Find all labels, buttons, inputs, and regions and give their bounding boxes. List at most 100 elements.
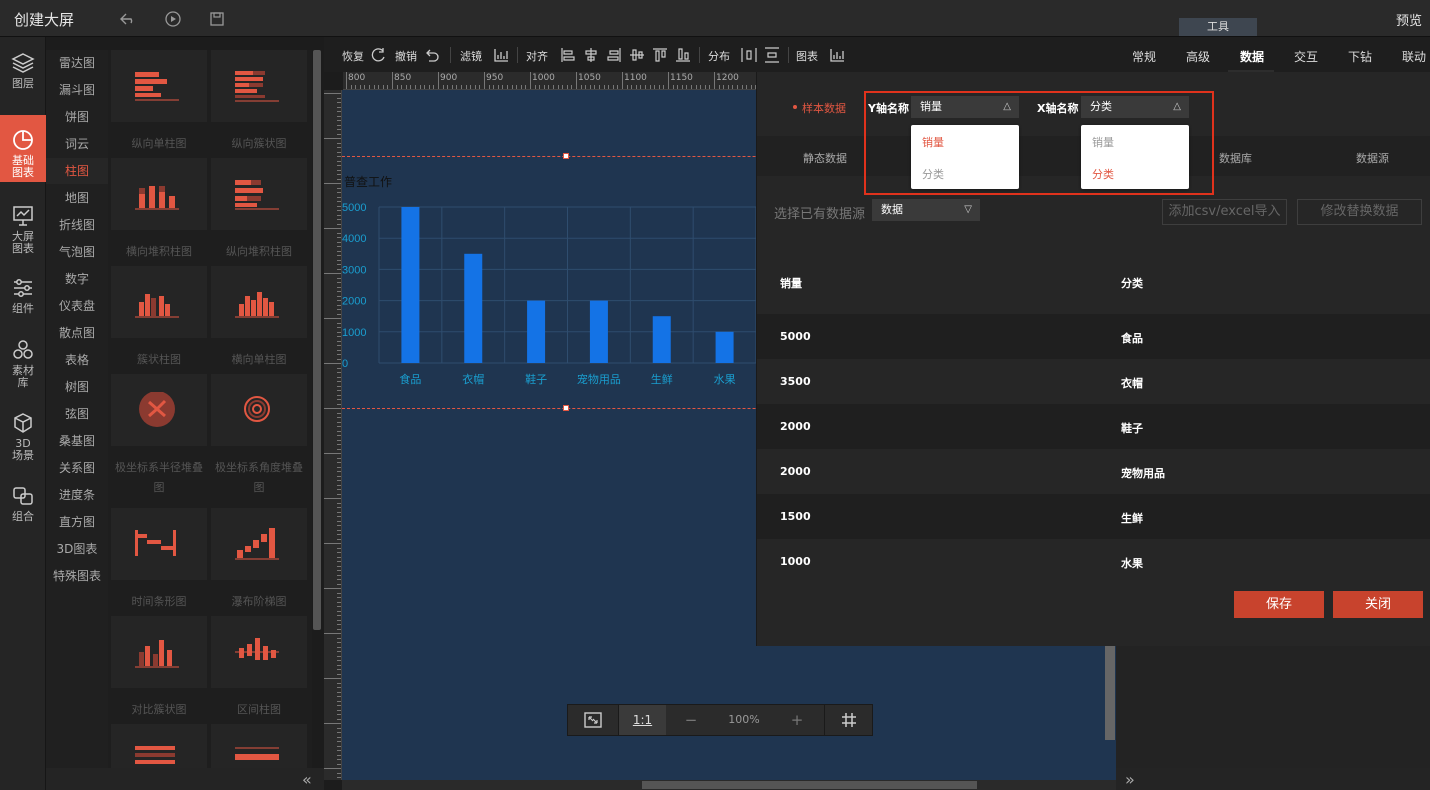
bar[interactable] — [464, 253, 483, 363]
category-item[interactable]: 仪表盘 — [46, 293, 108, 319]
category-item[interactable]: 柱图 — [46, 158, 108, 184]
x-option-category[interactable]: 分类 — [1092, 166, 1114, 182]
table-row[interactable]: 2000 鞋子 — [757, 404, 1430, 449]
canvas-vertical-scrollbar[interactable] — [1105, 645, 1115, 740]
category-item[interactable]: 饼图 — [46, 104, 108, 130]
property-tab[interactable]: 联动 — [1402, 48, 1426, 65]
import-csv-excel-button[interactable]: 添加csv/excel导入 — [1162, 199, 1287, 225]
rail-item-components[interactable]: 组件 — [0, 277, 46, 322]
align-left-icon[interactable] — [560, 47, 576, 63]
category-item[interactable]: 表格 — [46, 347, 108, 373]
table-row[interactable]: 5000 食品 — [757, 314, 1430, 359]
distribute-h-icon[interactable] — [741, 47, 757, 63]
tab-database[interactable]: 数据库 — [1219, 150, 1252, 166]
fit-screen-button[interactable] — [568, 705, 618, 735]
zoom-in-button[interactable]: + — [782, 705, 812, 735]
bar[interactable] — [527, 300, 546, 363]
redo-icon[interactable] — [371, 47, 387, 63]
rail-item-screen-charts[interactable]: 大屏 图表 — [0, 205, 46, 259]
bar[interactable] — [715, 331, 734, 363]
category-item[interactable]: 3D图表 — [46, 536, 108, 562]
chart-thumbnail[interactable] — [111, 724, 207, 768]
category-item[interactable]: 弦图 — [46, 401, 108, 427]
category-item[interactable]: 特殊图表 — [46, 563, 108, 589]
chart-thumbnail[interactable]: 纵向堆积柱图 — [211, 158, 307, 258]
resize-handle-bottom[interactable] — [563, 405, 569, 411]
bar-chart[interactable]: 0 1000 2000 3000 4000 5000 食品 衣帽 鞋子 宠物用品 生鲜 水果 — [342, 90, 756, 400]
y-option-sales[interactable]: 销量 — [922, 134, 944, 150]
tools-tab[interactable]: 工具 — [1179, 18, 1257, 36]
align-center-v-icon[interactable] — [629, 47, 645, 63]
table-row[interactable]: 3500 衣帽 — [757, 359, 1430, 404]
datasource-select[interactable]: 数据 ▽ — [872, 199, 980, 221]
undo-button[interactable]: 撤销 — [395, 48, 417, 64]
close-button[interactable]: 关闭 — [1333, 591, 1423, 618]
category-item[interactable]: 直方图 — [46, 509, 108, 535]
table-row[interactable]: 1500 生鲜 — [757, 494, 1430, 539]
back-icon[interactable] — [119, 10, 137, 28]
property-tab[interactable]: 高级 — [1186, 48, 1210, 65]
category-item[interactable]: 桑基图 — [46, 428, 108, 454]
canvas-horizontal-scrollbar[interactable] — [642, 781, 977, 789]
table-row[interactable]: 2000 宠物用品 — [757, 449, 1430, 494]
chart-button[interactable]: 图表 — [796, 48, 818, 64]
category-item[interactable]: 词云 — [46, 131, 108, 157]
x-axis-name-select[interactable]: 分类 △ — [1081, 96, 1189, 118]
distribute-button[interactable]: 分布 — [708, 48, 730, 64]
tab-datasource[interactable]: 数据源 — [1356, 150, 1389, 166]
grid-toggle-button[interactable] — [825, 705, 873, 735]
chart-thumbnail[interactable] — [211, 724, 307, 768]
collapse-left-icon[interactable]: « — [302, 770, 312, 789]
chart-icon[interactable] — [829, 47, 845, 63]
align-right-icon[interactable] — [606, 47, 622, 63]
chart-thumbnail[interactable]: 纵向单柱图 — [111, 50, 207, 150]
category-item[interactable]: 进度条 — [46, 482, 108, 508]
category-item[interactable]: 数字 — [46, 266, 108, 292]
sample-data-label[interactable]: 样本数据 — [802, 100, 846, 116]
replace-data-button[interactable]: 修改替换数据 — [1297, 199, 1422, 225]
category-item[interactable]: 地图 — [46, 185, 108, 211]
zoom-out-button[interactable]: − — [676, 705, 706, 735]
align-bottom-icon[interactable] — [675, 47, 691, 63]
undo-icon[interactable] — [424, 47, 440, 63]
category-item[interactable]: 散点图 — [46, 320, 108, 346]
y-option-category[interactable]: 分类 — [922, 166, 944, 182]
chart-thumbnail[interactable]: 时间条形图 — [111, 508, 207, 608]
table-row[interactable]: 1000 水果 — [757, 539, 1430, 584]
property-tab[interactable]: 下钻 — [1348, 48, 1372, 65]
rail-item-3d-scene[interactable]: 3D 场景 — [0, 412, 46, 468]
align-button[interactable]: 对齐 — [526, 48, 548, 64]
rail-item-basic-charts[interactable]: 基础 图表 — [0, 115, 46, 182]
property-tab[interactable]: 数据 — [1240, 48, 1264, 65]
category-item[interactable]: 雷达图 — [46, 50, 108, 76]
rail-item-group[interactable]: 组合 — [0, 485, 46, 530]
chart-thumbnail[interactable]: 纵向簇状图 — [211, 50, 307, 150]
left-panel-scrollbar[interactable] — [313, 50, 321, 630]
bar[interactable] — [589, 300, 608, 363]
redo-button[interactable]: 恢复 — [342, 48, 364, 64]
bar[interactable] — [652, 316, 671, 363]
collapse-right-icon[interactable]: » — [1125, 770, 1135, 789]
category-item[interactable]: 气泡图 — [46, 239, 108, 265]
save-button[interactable]: 保存 — [1234, 591, 1324, 618]
distribute-v-icon[interactable] — [764, 47, 780, 63]
filter-button[interactable]: 滤镜 — [460, 48, 482, 64]
preview-button[interactable]: 预览 — [1396, 10, 1422, 29]
category-item[interactable]: 漏斗图 — [46, 77, 108, 103]
chart-thumbnail[interactable]: 横向单柱图 — [211, 266, 307, 366]
save-icon[interactable] — [208, 10, 226, 28]
play-icon[interactable] — [164, 10, 182, 28]
chart-thumbnail[interactable]: 对比簇状图 — [111, 616, 207, 716]
align-top-icon[interactable] — [652, 47, 668, 63]
align-center-h-icon[interactable] — [583, 47, 599, 63]
chart-thumbnail[interactable]: 簇状柱图 — [111, 266, 207, 366]
property-tab[interactable]: 交互 — [1294, 48, 1318, 65]
chart-thumbnail[interactable]: 极坐标系角度堆叠图 — [211, 374, 307, 494]
property-tab[interactable]: 常规 — [1132, 48, 1156, 65]
category-item[interactable]: 树图 — [46, 374, 108, 400]
chart-thumbnail[interactable]: 瀑布阶梯图 — [211, 508, 307, 608]
rail-item-assets[interactable]: 素材 库 — [0, 339, 46, 395]
filter-chart-icon[interactable] — [493, 47, 509, 63]
category-item[interactable]: 折线图 — [46, 212, 108, 238]
rail-item-layers[interactable]: 图层 — [0, 52, 46, 102]
